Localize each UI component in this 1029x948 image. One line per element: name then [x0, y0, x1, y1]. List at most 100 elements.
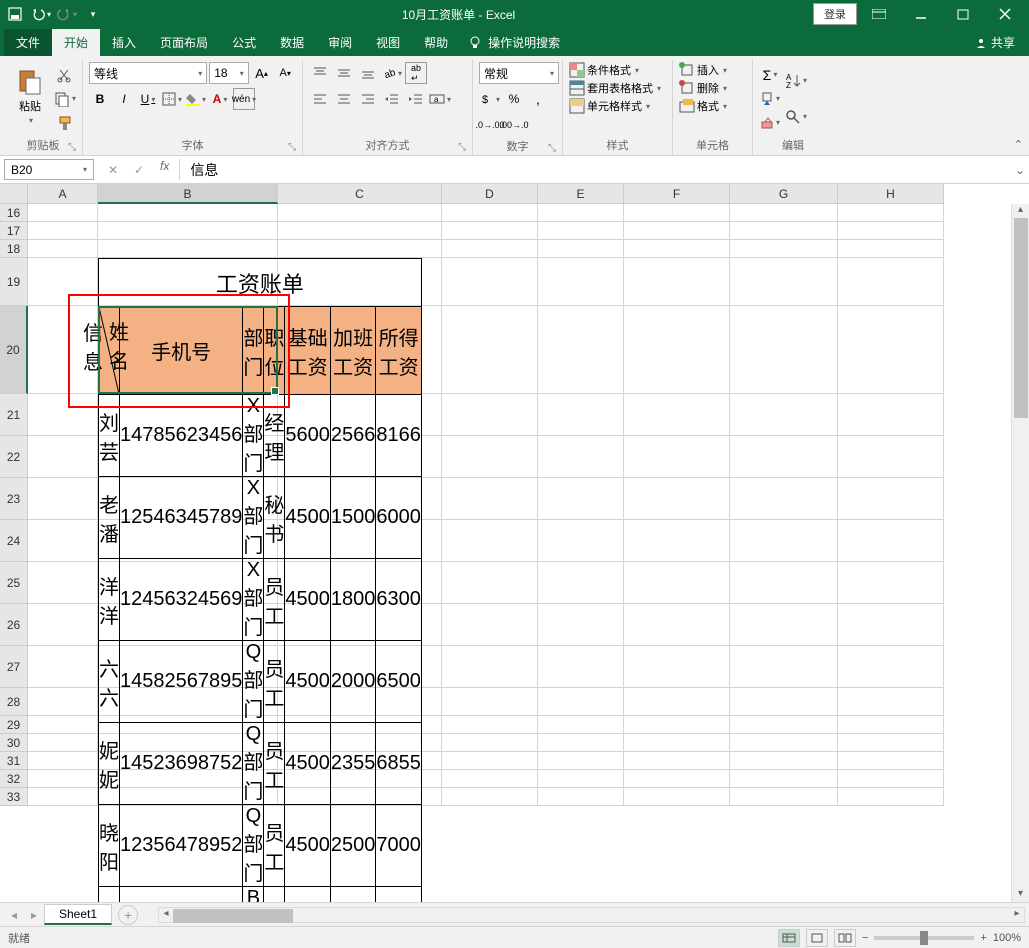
cell[interactable] — [538, 222, 624, 240]
table-cell[interactable]: 经理 — [264, 395, 285, 477]
wrap-text-icon[interactable]: ab↵ — [405, 62, 427, 84]
cell[interactable] — [538, 240, 624, 258]
table-cell[interactable]: X部门 — [243, 559, 264, 641]
cell[interactable] — [442, 688, 538, 716]
cell[interactable] — [838, 204, 944, 222]
comma-icon[interactable]: , — [527, 88, 549, 110]
table-cell[interactable]: 4500 — [285, 559, 331, 641]
cell[interactable] — [624, 306, 730, 394]
col-header-A[interactable]: A — [28, 184, 98, 204]
table-cell[interactable]: 6300 — [376, 559, 422, 641]
table-cell[interactable]: 员工 — [264, 805, 285, 887]
cell[interactable] — [538, 688, 624, 716]
decrease-indent-icon[interactable] — [381, 88, 403, 110]
name-box[interactable]: B20▾ — [4, 159, 94, 180]
cell[interactable] — [538, 646, 624, 688]
underline-icon[interactable]: U▾ — [137, 88, 159, 110]
cell[interactable] — [98, 222, 278, 240]
cell[interactable] — [838, 752, 944, 770]
col-header-D[interactable]: D — [442, 184, 538, 204]
cell[interactable] — [538, 604, 624, 646]
cell[interactable] — [28, 562, 98, 604]
scroll-right-icon[interactable]: ▸ — [1010, 908, 1024, 922]
font-launcher-icon[interactable]: ⤡ — [288, 142, 296, 153]
save-icon[interactable] — [4, 3, 26, 25]
row-header-25[interactable]: 25 — [0, 562, 28, 604]
bold-icon[interactable]: B — [89, 88, 111, 110]
paste-button[interactable]: 粘贴▾ — [10, 62, 50, 130]
cell[interactable] — [624, 716, 730, 734]
align-top-icon[interactable] — [309, 62, 331, 84]
tab-view[interactable]: 视图 — [364, 29, 412, 56]
fill-icon[interactable]: ▾ — [759, 88, 781, 110]
cell[interactable] — [730, 306, 838, 394]
cell[interactable] — [538, 752, 624, 770]
table-cell[interactable]: 六六 — [99, 641, 120, 723]
col-header-H[interactable]: H — [838, 184, 944, 204]
page-layout-view-icon[interactable] — [806, 929, 828, 947]
login-button[interactable]: 登录 — [813, 3, 857, 25]
cell[interactable] — [838, 222, 944, 240]
table-cell[interactable]: 洋洋 — [99, 559, 120, 641]
col-header-F[interactable]: F — [624, 184, 730, 204]
table-cell[interactable]: X部门 — [243, 395, 264, 477]
cell[interactable] — [624, 734, 730, 752]
share-button[interactable]: 共享 — [965, 29, 1025, 56]
font-color-icon[interactable]: A▾ — [209, 88, 231, 110]
cell[interactable] — [624, 770, 730, 788]
number-launcher-icon[interactable]: ⤡ — [548, 143, 556, 154]
col-header-cell[interactable]: 手机号 — [120, 307, 243, 395]
cell[interactable] — [730, 716, 838, 734]
cell[interactable] — [624, 562, 730, 604]
cell[interactable] — [730, 394, 838, 436]
cell[interactable] — [538, 258, 624, 306]
merge-center-icon[interactable]: a▾ — [429, 88, 451, 110]
cell[interactable] — [28, 204, 98, 222]
cell[interactable] — [730, 646, 838, 688]
cell[interactable] — [28, 688, 98, 716]
cell[interactable] — [538, 770, 624, 788]
cell[interactable] — [838, 734, 944, 752]
table-title[interactable]: 工资账单 — [99, 259, 422, 307]
cell[interactable] — [730, 788, 838, 806]
cell[interactable] — [624, 604, 730, 646]
table-cell[interactable]: 4500 — [285, 641, 331, 723]
cell[interactable] — [98, 240, 278, 258]
cell[interactable] — [838, 240, 944, 258]
formula-input[interactable]: 信息 — [179, 159, 1011, 180]
table-cell[interactable]: 6500 — [376, 641, 422, 723]
table-cell[interactable]: 老潘 — [99, 477, 120, 559]
cell[interactable] — [538, 520, 624, 562]
tab-data[interactable]: 数据 — [268, 29, 316, 56]
col-header-E[interactable]: E — [538, 184, 624, 204]
cell[interactable] — [730, 770, 838, 788]
table-cell[interactable]: 刘芸 — [99, 395, 120, 477]
cell[interactable] — [538, 306, 624, 394]
col-header-B[interactable]: B — [98, 184, 278, 204]
cell[interactable] — [538, 716, 624, 734]
row-header-33[interactable]: 33 — [0, 788, 28, 806]
table-cell[interactable]: 晓阳 — [99, 805, 120, 887]
cell[interactable] — [838, 520, 944, 562]
cell[interactable] — [442, 240, 538, 258]
table-cell[interactable]: Q部门 — [243, 805, 264, 887]
table-cell[interactable]: 员工 — [264, 559, 285, 641]
table-cell[interactable]: 2500 — [330, 805, 376, 887]
cancel-formula-icon[interactable]: ✕ — [102, 159, 124, 181]
cell[interactable] — [624, 520, 730, 562]
clear-icon[interactable]: ▾ — [759, 112, 781, 134]
orientation-icon[interactable]: ab▾ — [381, 62, 403, 84]
cell[interactable] — [838, 306, 944, 394]
cell[interactable] — [730, 562, 838, 604]
cell[interactable] — [730, 258, 838, 306]
row-header-20[interactable]: 20 — [0, 306, 28, 394]
cell[interactable] — [28, 520, 98, 562]
cell[interactable] — [28, 258, 98, 306]
table-cell[interactable]: Q部门 — [243, 723, 264, 805]
scroll-up-icon[interactable]: ▴ — [1012, 204, 1029, 218]
cell[interactable] — [442, 788, 538, 806]
sheet-next-icon[interactable]: ▸ — [24, 908, 44, 922]
cell[interactable] — [838, 394, 944, 436]
row-header-21[interactable]: 21 — [0, 394, 28, 436]
conditional-format-button[interactable]: 条件格式▾ — [569, 62, 666, 78]
